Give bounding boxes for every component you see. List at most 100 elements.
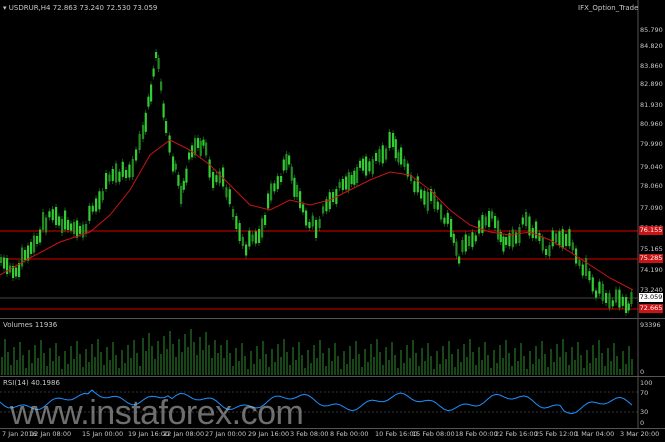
candle bbox=[315, 220, 318, 238]
candle bbox=[497, 220, 500, 240]
candle bbox=[545, 249, 548, 255]
candle bbox=[73, 222, 76, 234]
candle bbox=[212, 172, 215, 188]
candle bbox=[403, 159, 406, 167]
candle bbox=[426, 191, 429, 211]
time-axis-label: 18 Feb 00:00 bbox=[455, 430, 498, 438]
time-axis-label: 8 Feb 00:00 bbox=[330, 430, 369, 438]
indicator-label: IFX_Option_Trade bbox=[578, 4, 639, 12]
candle bbox=[521, 217, 524, 225]
candle bbox=[160, 81, 163, 91]
candle bbox=[365, 156, 368, 176]
candle bbox=[82, 224, 85, 238]
candle bbox=[368, 161, 371, 172]
candle bbox=[128, 164, 131, 178]
candle bbox=[378, 149, 381, 163]
candle bbox=[15, 267, 18, 277]
candle bbox=[455, 241, 458, 256]
candle bbox=[371, 159, 374, 175]
candle bbox=[245, 244, 248, 256]
candle bbox=[208, 159, 211, 178]
candle bbox=[144, 112, 147, 132]
candle bbox=[36, 236, 39, 244]
volumes-zero: 0 bbox=[640, 368, 645, 376]
candle bbox=[55, 207, 58, 225]
candle bbox=[248, 230, 251, 247]
candle bbox=[568, 229, 571, 247]
candle bbox=[608, 293, 611, 309]
candle bbox=[33, 235, 36, 253]
candle bbox=[264, 215, 267, 225]
candle bbox=[194, 138, 197, 156]
candle bbox=[443, 217, 446, 224]
candle bbox=[494, 216, 497, 228]
candle bbox=[115, 163, 118, 183]
candle bbox=[197, 138, 200, 148]
candle bbox=[3, 257, 6, 269]
candle bbox=[347, 172, 350, 191]
chart-canvas[interactable] bbox=[0, 0, 665, 442]
candle bbox=[76, 220, 79, 238]
candle bbox=[625, 297, 628, 313]
candle bbox=[381, 145, 384, 164]
candle bbox=[488, 211, 491, 227]
candle bbox=[232, 209, 235, 217]
candle bbox=[440, 204, 443, 220]
candle bbox=[338, 182, 341, 188]
candle bbox=[450, 219, 453, 237]
candle bbox=[311, 215, 314, 227]
candle bbox=[228, 189, 231, 205]
candle bbox=[565, 234, 568, 246]
time-axis-label: 3 Feb 08:00 bbox=[290, 430, 329, 438]
candle bbox=[95, 198, 98, 212]
rsi-label: RSI(14) 40.1986 bbox=[3, 379, 60, 387]
candle bbox=[180, 186, 183, 204]
candle bbox=[397, 152, 400, 163]
candle bbox=[254, 231, 257, 244]
candle bbox=[605, 293, 608, 303]
candle bbox=[165, 121, 168, 133]
candle bbox=[21, 247, 24, 267]
price-tag-red-mid: 75.285 bbox=[639, 254, 663, 263]
time-axis-label: 1 Mar 04:00 bbox=[575, 430, 615, 438]
candle bbox=[251, 234, 254, 242]
candle bbox=[555, 233, 558, 243]
candle bbox=[505, 237, 508, 245]
time-axis-label: 3 Mar 20:00 bbox=[620, 430, 660, 438]
rsi-level-70: 70 bbox=[640, 389, 649, 397]
price-axis-label: 79.990 bbox=[640, 140, 663, 149]
candle bbox=[162, 103, 165, 118]
time-axis-label: 22 Jan 08:00 bbox=[163, 430, 205, 438]
candle bbox=[385, 148, 388, 160]
candle bbox=[413, 181, 416, 193]
candle bbox=[42, 212, 45, 230]
candle bbox=[474, 235, 477, 242]
candle bbox=[241, 237, 244, 246]
candle bbox=[147, 96, 150, 107]
candle bbox=[322, 206, 325, 214]
time-axis-label: 29 Jan 16:00 bbox=[248, 430, 290, 438]
candle bbox=[394, 139, 397, 159]
candle bbox=[79, 226, 82, 234]
candle bbox=[67, 220, 70, 230]
price-axis-label: 84.820 bbox=[640, 41, 663, 50]
watermark-logo: www.instaforex.com bbox=[10, 394, 304, 432]
candle bbox=[218, 171, 221, 184]
candle bbox=[420, 189, 423, 199]
price-axis-label: 81.930 bbox=[640, 100, 663, 109]
candle bbox=[282, 159, 285, 171]
candle bbox=[235, 216, 238, 229]
candle bbox=[561, 229, 564, 249]
candle bbox=[541, 237, 544, 251]
volumes-label: Volumes 11936 bbox=[3, 321, 58, 329]
candle bbox=[621, 296, 624, 306]
candle bbox=[535, 221, 538, 239]
candle bbox=[601, 283, 604, 301]
candle bbox=[174, 163, 177, 170]
candle bbox=[150, 84, 153, 102]
candle bbox=[359, 160, 362, 168]
candle bbox=[416, 176, 419, 193]
candle bbox=[511, 229, 514, 248]
candle bbox=[293, 177, 296, 197]
price-axis-label: 85.790 bbox=[640, 26, 663, 35]
